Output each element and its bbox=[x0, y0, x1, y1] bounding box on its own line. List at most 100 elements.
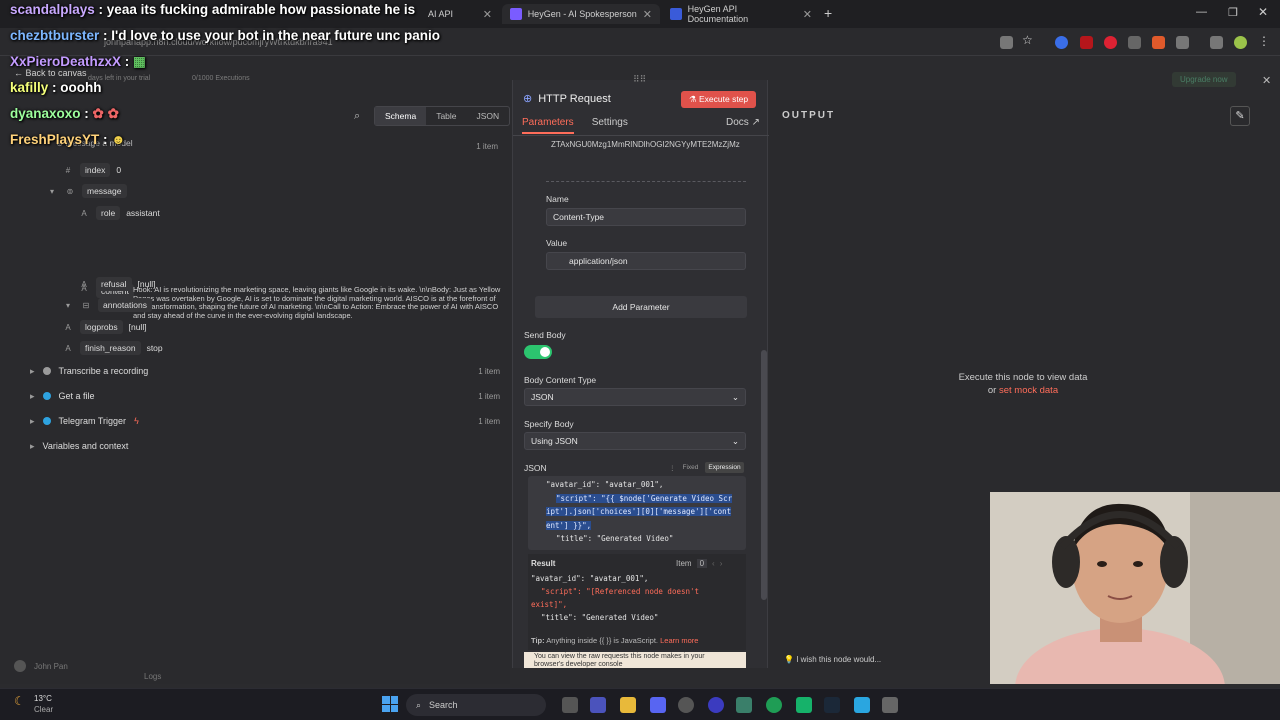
tab-settings[interactable]: Settings bbox=[592, 117, 628, 134]
node-row-transcribe[interactable]: ▸ Transcribe a recording 1 item bbox=[30, 361, 500, 381]
upgrade-button[interactable]: Upgrade now bbox=[1172, 72, 1236, 87]
tree-row-message[interactable]: ▾ ⊚ message bbox=[46, 181, 127, 201]
drag-handle-icon[interactable]: ⠿⠿ bbox=[633, 74, 646, 85]
chevron-right-icon[interactable]: ▸ bbox=[30, 416, 35, 427]
value: [null] bbox=[137, 279, 156, 289]
close-icon[interactable]: ✕ bbox=[643, 8, 652, 21]
tab-parameters[interactable]: Parameters bbox=[522, 117, 574, 134]
extension-icon[interactable] bbox=[1055, 36, 1068, 49]
chat-message: dyanaxoxo : ✿ ✿ bbox=[10, 106, 119, 121]
node-label: Transcribe a recording bbox=[58, 366, 149, 376]
body-type-select[interactable]: JSON ⌄ bbox=[524, 388, 746, 406]
node-row-get-file[interactable]: ▸ Get a file 1 item bbox=[30, 386, 500, 406]
discord-icon[interactable] bbox=[650, 697, 666, 713]
tree-row-annotations[interactable]: ▾ ⊟ annotations bbox=[62, 295, 152, 315]
app-icon[interactable] bbox=[678, 697, 694, 713]
chevron-right-icon[interactable]: ▸ bbox=[30, 391, 35, 402]
chevron-right-icon[interactable]: › bbox=[720, 559, 723, 568]
browser-tab[interactable]: HeyGen API Documentation ✕ bbox=[662, 4, 820, 24]
new-tab-button[interactable]: + bbox=[824, 5, 832, 21]
item-selector[interactable]: Item 0 ‹ › bbox=[676, 559, 722, 568]
close-icon[interactable]: ✕ bbox=[483, 8, 492, 21]
chevron-right-icon[interactable]: ▸ bbox=[30, 366, 35, 377]
app-icon[interactable] bbox=[796, 697, 812, 713]
header-name-input[interactable]: Content-Type bbox=[546, 208, 746, 226]
task-view-icon[interactable] bbox=[562, 697, 578, 713]
key-icon[interactable] bbox=[1000, 36, 1013, 49]
record-icon[interactable] bbox=[1104, 36, 1117, 49]
emote-icon: ▦ bbox=[133, 54, 146, 69]
user-info[interactable]: John Pan bbox=[14, 660, 68, 672]
fixed-option[interactable]: Fixed bbox=[680, 462, 702, 473]
key[interactable]: role bbox=[96, 206, 121, 220]
key[interactable]: finish_reason bbox=[80, 341, 141, 355]
tab-json[interactable]: JSON bbox=[467, 107, 510, 125]
json-editor[interactable]: "avatar_id": "avatar_001", "script": "{{… bbox=[528, 476, 746, 550]
key[interactable]: annotations bbox=[98, 298, 152, 312]
close-icon[interactable]: ✕ bbox=[803, 8, 812, 21]
minimize-icon[interactable]: — bbox=[1196, 6, 1207, 18]
selected-value: Using JSON bbox=[531, 436, 578, 446]
search-icon[interactable]: ⌕ bbox=[354, 110, 360, 123]
weather-icon[interactable]: ☾ bbox=[14, 694, 25, 708]
mic-icon[interactable] bbox=[1128, 36, 1141, 49]
logs-tab[interactable]: Logs bbox=[144, 672, 161, 681]
tab-table[interactable]: Table bbox=[426, 107, 466, 125]
item-count: 1 item bbox=[478, 366, 500, 376]
more-icon[interactable]: ⋮ bbox=[1258, 34, 1270, 48]
input-panel: ← Back to canvas days left in your trial… bbox=[0, 56, 511, 684]
json-label: JSON bbox=[524, 463, 547, 473]
chevron-down-icon[interactable]: ▾ bbox=[62, 301, 74, 310]
item-value[interactable]: 0 bbox=[696, 559, 708, 568]
key[interactable]: refusal bbox=[96, 277, 132, 291]
edit-icon[interactable]: ✎ bbox=[1230, 106, 1250, 126]
windows-start-icon[interactable] bbox=[382, 696, 398, 712]
expression-option[interactable]: Expression bbox=[705, 462, 744, 473]
execute-step-button[interactable]: ⚗ Execute step bbox=[681, 91, 757, 108]
docs-label: Docs bbox=[726, 117, 749, 128]
key[interactable]: index bbox=[80, 163, 111, 177]
chevron-right-icon[interactable]: ▸ bbox=[30, 441, 35, 452]
avatar[interactable] bbox=[1234, 36, 1247, 49]
token-value[interactable]: ZTAxNGU0Mzg1MmRlNDlhOGI2NGYyMTE2MzZjMz bbox=[551, 140, 747, 149]
star-icon[interactable]: ☆ bbox=[1022, 33, 1035, 47]
node-row-telegram-trigger[interactable]: ▸ Telegram Trigger ϟ 1 item bbox=[30, 411, 500, 431]
scrollbar[interactable] bbox=[761, 350, 767, 600]
set-mock-data-link[interactable]: set mock data bbox=[999, 385, 1058, 396]
close-window-icon[interactable]: ✕ bbox=[1258, 5, 1268, 19]
item-count: 1 item bbox=[478, 416, 500, 426]
maximize-icon[interactable]: ❐ bbox=[1228, 6, 1238, 19]
telegram-icon[interactable] bbox=[854, 697, 870, 713]
file-explorer-icon[interactable] bbox=[620, 697, 636, 713]
add-parameter-button[interactable]: Add Parameter bbox=[535, 296, 747, 318]
send-body-toggle[interactable] bbox=[524, 345, 552, 359]
media-icon[interactable] bbox=[708, 697, 724, 713]
puzzle-icon[interactable] bbox=[1176, 36, 1189, 49]
chevron-left-icon[interactable]: ‹ bbox=[712, 559, 715, 568]
key[interactable]: message bbox=[82, 184, 127, 198]
learn-more-link[interactable]: Learn more bbox=[660, 636, 698, 645]
fixed-expression-toggle: ⋮ Fixed Expression bbox=[669, 462, 744, 473]
taskbar-search[interactable]: ⌕ Search bbox=[406, 694, 546, 716]
tab-schema[interactable]: Schema bbox=[375, 107, 427, 125]
close-modal-icon[interactable]: ✕ bbox=[1262, 74, 1271, 87]
app-icon[interactable] bbox=[736, 697, 752, 713]
chat-user: dyanaxoxo bbox=[10, 106, 81, 121]
feedback-link[interactable]: 💡 I wish this node would... bbox=[784, 655, 881, 664]
menu-icon[interactable] bbox=[1210, 36, 1223, 49]
chat-text: I'd love to use your bot in the near fut… bbox=[111, 28, 441, 43]
more-icon[interactable]: ⋮ bbox=[669, 464, 676, 472]
docs-link[interactable]: Docs ↗ bbox=[726, 117, 760, 128]
chrome-icon[interactable] bbox=[766, 697, 782, 713]
chevron-down-icon[interactable]: ▾ bbox=[46, 187, 58, 196]
extension-icon[interactable] bbox=[1152, 36, 1165, 49]
specify-body-select[interactable]: Using JSON ⌄ bbox=[524, 432, 746, 450]
browser-tab[interactable]: HeyGen - AI Spokesperson Vid ✕ bbox=[502, 4, 660, 24]
key[interactable]: logprobs bbox=[80, 320, 123, 334]
node-row-variables[interactable]: ▸ Variables and context bbox=[30, 436, 500, 456]
header-value-input[interactable]: application/json bbox=[546, 252, 746, 270]
steam-icon[interactable] bbox=[824, 697, 840, 713]
teams-icon[interactable] bbox=[590, 697, 606, 713]
app-icon[interactable] bbox=[882, 697, 898, 713]
ublock-icon[interactable] bbox=[1080, 36, 1093, 49]
